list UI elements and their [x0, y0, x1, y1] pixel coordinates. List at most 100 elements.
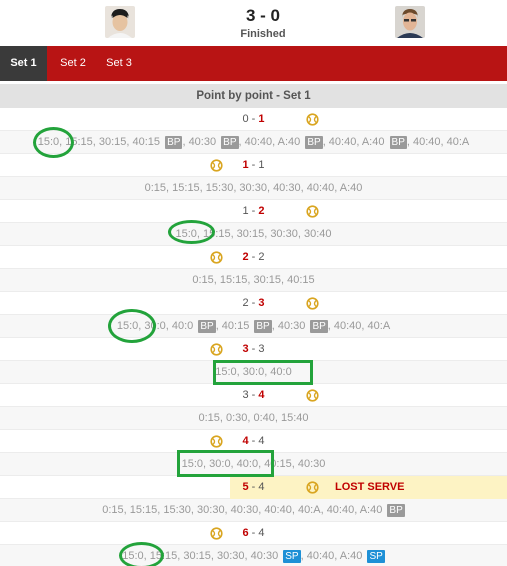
away-games: 3	[258, 343, 265, 355]
score-separator: -	[248, 527, 259, 539]
game-score-row: 1 - 1	[0, 154, 507, 177]
away-games: 4	[258, 481, 265, 493]
point-scores: 15:0, 30:0, 40:0	[215, 366, 292, 378]
points-row: 15:0, 15:15, 30:15, 30:30, 40:30 SP, 40:…	[0, 545, 507, 566]
points-sequence: 15:0, 15:15, 30:15, 40:15 BP, 40:30 BP, …	[0, 131, 507, 154]
game-score-row: 6 - 4	[0, 522, 507, 545]
serve-ball-icon	[306, 389, 319, 402]
tab-set-1[interactable]: Set 1	[0, 46, 47, 81]
serve-ball-icon	[306, 113, 319, 126]
score-separator: -	[248, 389, 259, 401]
points-sequence: 15:0, 30:0, 40:0, 40:15, 40:30	[0, 453, 507, 476]
away-games: 4	[258, 435, 265, 447]
away-games: 4	[258, 527, 265, 539]
away-games: 2	[258, 205, 265, 217]
points-sequence: 0:15, 15:15, 30:15, 40:15	[0, 269, 507, 292]
match-score: 3 - 0	[245, 6, 281, 25]
game-score: 2 - 2	[0, 246, 507, 269]
points-sequence: 15:0, 15:15, 30:15, 30:30, 40:30 SP, 40:…	[0, 545, 507, 566]
break-point-badge: BP	[387, 504, 405, 517]
game-score-row: 3 - 3	[0, 338, 507, 361]
serve-ball-icon	[306, 205, 319, 218]
match-status: Finished	[240, 28, 286, 40]
away-games: 3	[258, 297, 265, 309]
tab-set-2[interactable]: Set 2	[50, 46, 96, 81]
points-sequence: 15:0, 30:0, 40:0 BP, 40:15 BP, 40:30 BP,…	[0, 315, 507, 338]
point-scores: , 40:15	[215, 320, 253, 332]
point-by-point-list: 0 - 1 15:0, 15:15, 30:15, 40:15 BP, 40:30…	[0, 108, 507, 566]
away-player-avatar[interactable]	[395, 6, 425, 38]
game-score-row: 3 - 4	[0, 384, 507, 407]
set-point-badge: SP	[283, 550, 301, 563]
serve-ball-icon	[306, 481, 319, 494]
away-games: 4	[258, 389, 265, 401]
point-scores: 15:0, 30:0, 40:0, 40:15, 40:30	[181, 458, 326, 470]
match-header: 3 - 0 Finished	[0, 0, 507, 46]
points-row: 15:0, 30:0, 40:0 BP, 40:15 BP, 40:30 BP,…	[0, 315, 507, 338]
game-score: 1 - 1	[0, 154, 507, 177]
points-row: 15:0, 15:15, 30:15, 40:15 BP, 40:30 BP, …	[0, 131, 507, 154]
break-point-badge: BP	[389, 136, 407, 149]
game-score-row: 2 - 3	[0, 292, 507, 315]
lost-serve-label: LOST SERVE	[335, 481, 405, 493]
point-scores: 15:0, 15:15, 30:15, 40:15	[37, 136, 164, 148]
game-score-row: 4 - 4	[0, 430, 507, 453]
game-score: 3 - 3	[0, 338, 507, 361]
serve-ball-icon	[210, 251, 223, 264]
points-sequence: 15:0, 30:0, 40:0	[0, 361, 507, 384]
break-point-badge: BP	[221, 136, 239, 149]
break-point-badge: BP	[198, 320, 216, 333]
points-sequence: 0:15, 15:15, 15:30, 30:30, 40:30, 40:40,…	[0, 177, 507, 200]
points-row: 0:15, 15:15, 15:30, 30:30, 40:30, 40:40,…	[0, 177, 507, 200]
break-point-badge: BP	[305, 136, 323, 149]
game-score-row: 0 - 1	[0, 108, 507, 131]
point-scores: , 40:40, A:40	[238, 136, 304, 148]
point-scores: , 40:30	[271, 320, 309, 332]
tab-set-3[interactable]: Set 3	[98, 46, 140, 81]
points-row: 15:0, 30:0, 40:0, 40:15, 40:30	[0, 453, 507, 476]
score-separator: -	[248, 251, 259, 263]
game-score: 6 - 4	[0, 522, 507, 545]
point-scores: 15:0, 30:0, 40:0	[116, 320, 197, 332]
points-row: 0:15, 15:15, 30:15, 40:15	[0, 269, 507, 292]
break-point-badge: BP	[254, 320, 272, 333]
game-score: 3 - 4	[0, 384, 507, 407]
point-scores: , 40:40, A:40	[300, 550, 366, 562]
set-tabs: Set 1 Set 2 Set 3	[0, 46, 507, 81]
point-scores: 15:0, 15:15, 30:15, 30:30, 40:30	[122, 550, 282, 562]
point-scores: 0:15, 15:15, 15:30, 30:30, 40:30, 40:40,…	[102, 504, 386, 516]
set-point-badge: SP	[367, 550, 385, 563]
points-sequence: 15:0, 15:15, 30:15, 30:30, 30:40	[0, 223, 507, 246]
game-score: 1 - 2	[0, 200, 507, 223]
score-separator: -	[248, 481, 259, 493]
game-score: 5 - 4	[0, 476, 507, 499]
score-separator: -	[248, 297, 259, 309]
game-score: 4 - 4	[0, 430, 507, 453]
serve-ball-icon	[210, 527, 223, 540]
point-scores: 0:15, 15:15, 30:15, 40:15	[192, 274, 315, 286]
points-row: 15:0, 15:15, 30:15, 30:30, 30:40	[0, 223, 507, 246]
point-scores: 0:15, 15:15, 15:30, 30:30, 40:30, 40:40,…	[144, 182, 363, 194]
serve-ball-icon	[306, 297, 319, 310]
point-scores: , 40:40, 40:A	[406, 136, 470, 148]
serve-ball-icon	[210, 435, 223, 448]
points-row: 0:15, 0:30, 0:40, 15:40	[0, 407, 507, 430]
game-score: 2 - 3	[0, 292, 507, 315]
break-point-badge: BP	[165, 136, 183, 149]
point-scores: , 40:40, 40:A	[327, 320, 391, 332]
section-title: Point by point - Set 1	[0, 84, 507, 108]
points-row: 15:0, 30:0, 40:0	[0, 361, 507, 384]
game-score-row: 2 - 2	[0, 246, 507, 269]
serve-ball-icon	[210, 159, 223, 172]
points-row: 0:15, 15:15, 15:30, 30:30, 40:30, 40:40,…	[0, 499, 507, 522]
score-separator: -	[248, 113, 259, 125]
score-separator: -	[248, 435, 259, 447]
break-point-badge: BP	[310, 320, 328, 333]
serve-ball-icon	[210, 343, 223, 356]
away-games: 1	[258, 159, 265, 171]
game-score-row: 1 - 2	[0, 200, 507, 223]
home-player-avatar[interactable]	[105, 6, 135, 38]
score-separator: -	[248, 343, 259, 355]
point-scores: 0:15, 0:30, 0:40, 15:40	[198, 412, 309, 424]
point-scores: , 40:40, A:40	[322, 136, 388, 148]
